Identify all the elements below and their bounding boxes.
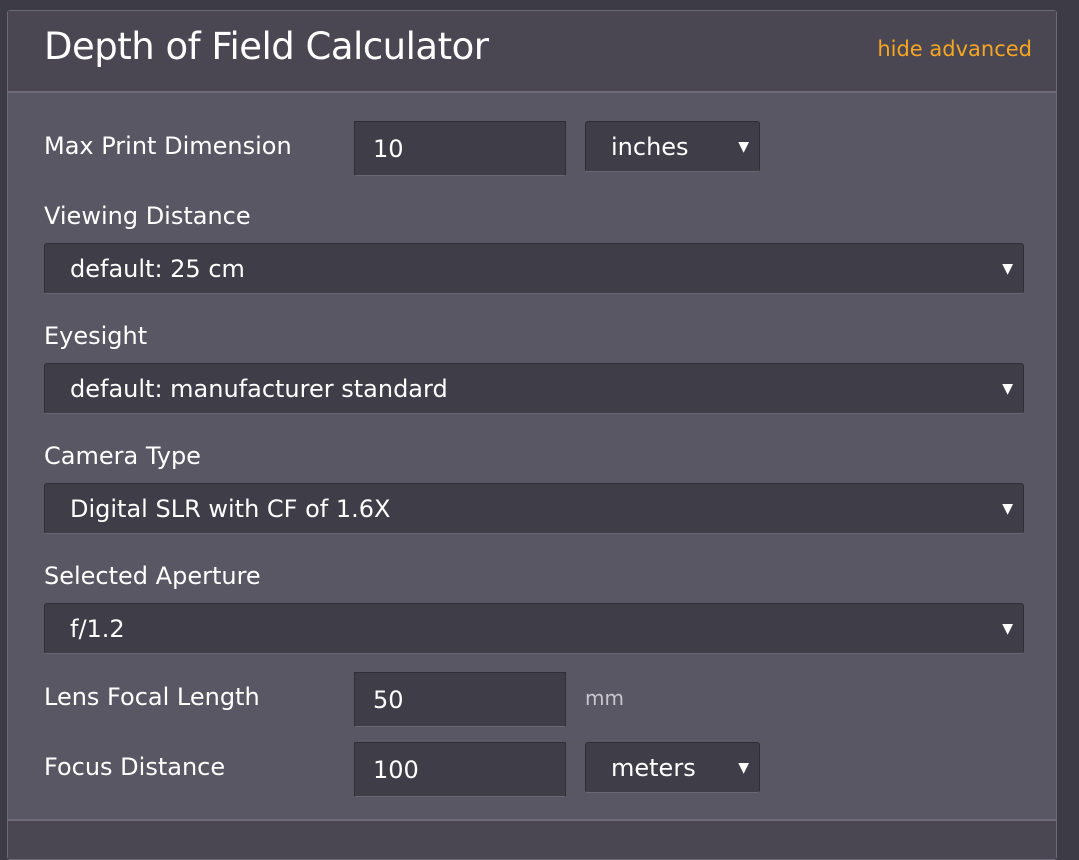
focus-unit-value: meters [611,753,696,782]
print-unit-select[interactable]: inches ▼ [585,121,760,172]
aperture-value: f/1.2 [70,614,125,643]
focal-length-value: 50 [373,685,404,714]
caret-down-icon: ▼ [738,138,749,155]
caret-down-icon: ▼ [1002,380,1013,397]
aperture-label: Selected Aperture [44,562,261,590]
focus-distance-value: 100 [373,755,419,784]
focus-distance-input[interactable]: 100 [354,742,566,797]
caret-down-icon: ▼ [738,759,749,776]
caret-down-icon: ▼ [1002,620,1013,637]
max-print-label: Max Print Dimension [44,132,292,160]
calculator-panel: Depth of Field Calculator hide advanced … [7,10,1057,860]
focus-distance-label: Focus Distance [44,753,226,781]
focus-unit-select[interactable]: meters ▼ [585,742,760,793]
caret-down-icon: ▼ [1002,260,1013,277]
caret-down-icon: ▼ [1002,500,1013,517]
aperture-select[interactable]: f/1.2 ▼ [44,603,1024,654]
hide-advanced-link[interactable]: hide advanced [877,37,1032,61]
panel-footer [8,819,1056,859]
eyesight-label: Eyesight [44,322,148,350]
viewing-distance-select[interactable]: default: 25 cm ▼ [44,243,1024,294]
max-print-value: 10 [373,134,404,163]
panel-header: Depth of Field Calculator hide advanced [8,11,1056,93]
eyesight-value: default: manufacturer standard [70,374,448,403]
focal-length-label: Lens Focal Length [44,683,260,711]
camera-type-label: Camera Type [44,442,201,470]
viewing-distance-label: Viewing Distance [44,202,251,230]
eyesight-select[interactable]: default: manufacturer standard ▼ [44,363,1024,414]
max-print-input[interactable]: 10 [354,121,566,176]
camera-type-select[interactable]: Digital SLR with CF of 1.6X ▼ [44,483,1024,534]
viewing-distance-value: default: 25 cm [70,254,245,283]
print-unit-value: inches [611,132,689,161]
page-title: Depth of Field Calculator [44,25,489,68]
camera-type-value: Digital SLR with CF of 1.6X [70,494,391,523]
focal-length-input[interactable]: 50 [354,672,566,727]
focal-length-unit: mm [585,686,624,710]
